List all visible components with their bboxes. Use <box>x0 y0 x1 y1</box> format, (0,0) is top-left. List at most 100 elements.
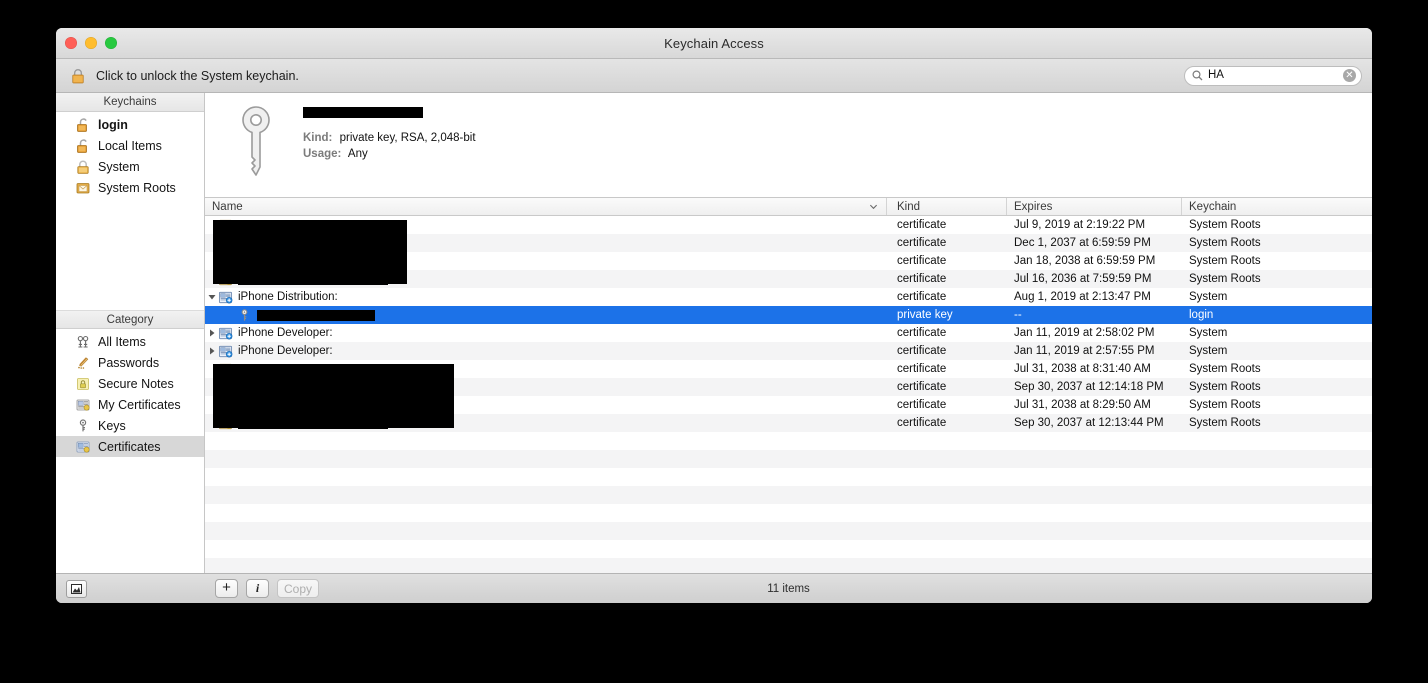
search-field[interactable]: HA ✕ <box>1184 65 1362 86</box>
certificate-icon <box>218 219 233 231</box>
sidebar-item-passwords[interactable]: Passwords <box>56 352 204 373</box>
zoom-button[interactable] <box>105 37 117 49</box>
row-kind-cell: certificate <box>897 291 947 303</box>
sidebar-item-login[interactable]: login <box>56 114 204 135</box>
row-expires-cell: Jan 11, 2019 at 2:58:02 PM <box>1014 327 1155 339</box>
row-name-cell <box>205 308 887 323</box>
redacted-name <box>238 273 388 285</box>
row-expires-cell: Jan 11, 2019 at 2:57:55 PM <box>1014 345 1155 357</box>
sidebar-item-system-roots[interactable]: System Roots <box>56 177 204 198</box>
main-pane: Kind: private key, RSA, 2,048-bit Usage:… <box>205 93 1372 573</box>
row-kind-cell: certificate <box>897 327 947 339</box>
column-header-expires[interactable]: Expires <box>1007 198 1182 215</box>
row-keychain-cell: System Roots <box>1189 237 1261 249</box>
row-keychain-cell: System Roots <box>1189 399 1261 411</box>
table-row[interactable]: private key -- login <box>205 306 1372 324</box>
table-row[interactable]: certificate Dec 1, 2037 at 6:59:59 PM Syst… <box>205 234 1372 252</box>
redacted-name <box>238 417 388 429</box>
private-key-icon <box>241 308 248 321</box>
sidebar-item-keys[interactable]: Keys <box>56 415 204 436</box>
traffic-light-group <box>65 37 117 49</box>
table-row[interactable]: iPhone Developer: certificate Jan 11, 2019… <box>205 324 1372 342</box>
sidebar-item-label: My Certificates <box>98 397 181 412</box>
table-row[interactable]: certificate Jul 16, 2036 at 7:59:59 PM Sys… <box>205 270 1372 288</box>
detail-usage-row: Usage: Any <box>303 146 476 162</box>
row-keychain-cell: login <box>1189 309 1214 321</box>
detail-kind-value: private key, RSA, 2,048-bit <box>339 132 476 144</box>
table-row[interactable]: certificate Jul 31, 2038 at 8:29:50 AM Sys… <box>205 396 1372 414</box>
copy-button[interactable]: Copy <box>277 579 320 598</box>
table-row[interactable]: certificate Jul 9, 2019 at 2:19:22 PM Syst… <box>205 216 1372 234</box>
certificate-icon <box>218 237 233 249</box>
column-header-kind[interactable]: Kind <box>887 198 1007 215</box>
empty-table-row <box>205 540 1372 558</box>
identity-certificate-icon <box>218 345 233 357</box>
empty-table-row <box>205 450 1372 468</box>
row-expires-cell: Jul 9, 2019 at 2:19:22 PM <box>1014 219 1146 231</box>
window-title: Keychain Access <box>664 35 764 51</box>
table-header-row: Name Kind Expires Keychain <box>205 198 1372 216</box>
redacted-name <box>238 363 388 375</box>
sidebar-item-local-items[interactable]: Local Items <box>56 135 204 156</box>
redacted-name <box>238 255 388 267</box>
sidebar-item-label: System Roots <box>98 180 176 195</box>
row-kind-cell: certificate <box>897 273 947 285</box>
table-row[interactable]: iPhone Distribution: certificate Aug 1, 20… <box>205 288 1372 306</box>
item-info-button[interactable]: i <box>246 579 269 598</box>
redacted-name <box>238 219 388 231</box>
add-item-button[interactable]: + <box>215 579 238 598</box>
row-expires-cell: Jul 16, 2036 at 7:59:59 PM <box>1014 273 1152 285</box>
empty-table-row <box>205 504 1372 522</box>
identity-certificate-icon <box>218 327 233 339</box>
row-name-cell <box>205 398 887 413</box>
sidebar-item-system[interactable]: System <box>56 156 204 177</box>
row-keychain-cell: System Roots <box>1189 363 1261 375</box>
empty-table-row <box>205 486 1372 504</box>
sidebar-item-secure-notes[interactable]: Secure Notes <box>56 373 204 394</box>
clear-icon[interactable]: ✕ <box>1343 69 1356 82</box>
table-row[interactable]: certificate Sep 30, 2037 at 12:14:18 PM Sy… <box>205 378 1372 396</box>
row-name-text: iPhone Distribution: <box>238 291 338 303</box>
table-row[interactable]: certificate Sep 30, 2037 at 12:13:44 PM Sy… <box>205 414 1372 432</box>
row-kind-cell: certificate <box>897 237 947 249</box>
table-row[interactable]: certificate Jul 31, 2038 at 8:31:40 AM Sys… <box>205 360 1372 378</box>
table-row[interactable]: certificate Jan 18, 2038 at 6:59:59 PM Sys… <box>205 252 1372 270</box>
sidebar-item-my-certificates[interactable]: My Certificates <box>56 394 204 415</box>
row-expires-cell: Sep 30, 2037 at 12:14:18 PM <box>1014 381 1164 393</box>
detail-icon-wrap <box>233 101 283 197</box>
sidebar-item-all-items[interactable]: All Items <box>56 331 204 352</box>
sidebar-item-label: Secure Notes <box>98 376 174 391</box>
redacted-name <box>238 237 388 249</box>
column-header-name[interactable]: Name <box>205 198 887 215</box>
sidebar-item-label: Certificates <box>98 439 161 454</box>
disclosure-triangle-expanded[interactable] <box>205 293 218 301</box>
chevron-down-icon <box>869 204 878 210</box>
detail-usage-value: Any <box>347 148 368 160</box>
close-button[interactable] <box>65 37 77 49</box>
sidebar-item-label: Local Items <box>98 138 162 153</box>
row-expires-cell: Aug 1, 2019 at 2:13:47 PM <box>1014 291 1151 303</box>
sidebar-item-certificates[interactable]: Certificates <box>56 436 204 457</box>
minimize-button[interactable] <box>85 37 97 49</box>
row-name-cell <box>205 254 887 269</box>
table-body: certificate Jul 9, 2019 at 2:19:22 PM Syst… <box>205 216 1372 573</box>
row-keychain-cell: System Roots <box>1189 417 1261 429</box>
unlocked-keychain-icon <box>77 138 87 153</box>
unlock-system-keychain-button[interactable]: Click to unlock the System keychain. <box>70 68 299 84</box>
row-name-cell <box>205 218 887 233</box>
row-keychain-cell: System Roots <box>1189 255 1261 267</box>
disclosure-triangle-collapsed[interactable] <box>205 347 218 355</box>
column-header-keychain[interactable]: Keychain <box>1182 198 1372 215</box>
table-row[interactable]: iPhone Developer: certificate Jan 11, 2019… <box>205 342 1372 360</box>
row-keychain-cell: System Roots <box>1189 219 1261 231</box>
disclosure-triangle-collapsed[interactable] <box>205 329 218 337</box>
redacted-name <box>238 381 388 393</box>
row-kind-cell: certificate <box>897 345 947 357</box>
search-input[interactable]: HA <box>1208 69 1338 82</box>
item-detail-panel: Kind: private key, RSA, 2,048-bit Usage:… <box>205 93 1372 198</box>
empty-table-row <box>205 522 1372 540</box>
window-titlebar: Keychain Access <box>56 28 1372 59</box>
row-expires-cell: Dec 1, 2037 at 6:59:59 PM <box>1014 237 1151 249</box>
row-keychain-cell: System <box>1189 345 1228 357</box>
sidebar-toggle-button[interactable] <box>66 579 87 598</box>
